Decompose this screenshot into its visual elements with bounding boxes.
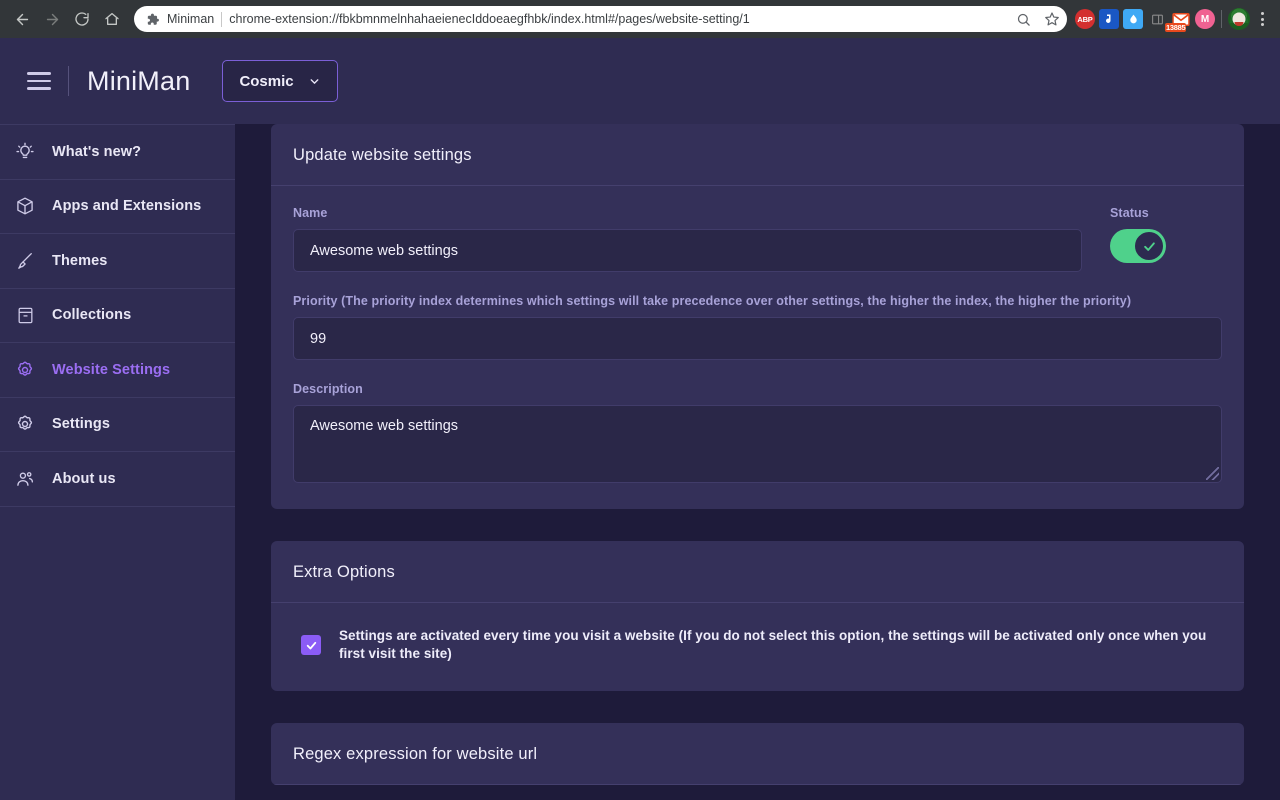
settings-card-header: Update website settings [271,124,1244,186]
description-textarea-wrapper [293,405,1222,483]
extension-identity-chip: Miniman [145,12,214,27]
blue-extension-icon[interactable] [1099,9,1119,29]
sidebar-navigation: What's new? Apps and Extensions [0,124,235,800]
browser-toolbar: Miniman chrome-extension://fbkbmnmelnhah… [0,0,1280,38]
back-arrow-icon [14,11,31,28]
extra-options-header: Extra Options [271,541,1244,603]
hamburger-menu-icon[interactable] [16,58,62,104]
description-textarea[interactable] [293,405,1222,483]
activation-option-row[interactable]: Settings are activated every time you vi… [293,623,1222,665]
box-icon [14,195,36,217]
update-website-settings-card: Update website settings Name Status [271,124,1244,509]
puzzle-piece-icon [145,12,160,27]
mail-unread-badge: 13885 [1165,23,1186,32]
star-icon [1044,11,1060,27]
lightbulb-icon [14,141,36,163]
people-icon [14,468,36,490]
status-toggle[interactable] [1110,229,1166,263]
sidebar-item-label: Apps and Extensions [52,198,201,214]
settings-card-title: Update website settings [293,146,1222,165]
forward-button[interactable] [38,5,66,33]
home-button[interactable] [98,5,126,33]
gray-extension-icon[interactable] [1147,9,1167,29]
app-body: What's new? Apps and Extensions [0,124,1280,800]
water-drop-extension-icon[interactable] [1123,9,1143,29]
regex-card-title: Regex expression for website url [293,745,1222,764]
application-window: MiniMan Cosmic [0,38,1280,800]
pink-extension-icon[interactable]: M [1195,9,1215,29]
sidebar-item-themes[interactable]: Themes [0,234,235,289]
water-drop-icon [1128,13,1139,25]
name-field-group: Name [293,206,1082,272]
pink-extension-glyph: M [1201,14,1209,25]
settings-card-body: Name Status [271,186,1244,509]
reload-icon [74,11,90,27]
zoom-search-icon [1016,12,1031,27]
back-button[interactable] [8,5,36,33]
name-status-row: Name Status [293,206,1222,272]
regex-card-header: Regex expression for website url [271,723,1244,785]
sidebar-toggle-icon [1151,13,1164,26]
sidebar-item-settings[interactable]: Settings [0,398,235,453]
browser-extension-icons: ABP 13885 M [1075,9,1215,29]
extension-name: Miniman [167,12,214,26]
avatar-mouth [1235,22,1244,26]
archive-icon [14,304,36,326]
activation-checkbox-label: Settings are activated every time you vi… [339,627,1222,663]
extra-options-title: Extra Options [293,563,1222,582]
reload-button[interactable] [68,5,96,33]
sidebar-item-label: Settings [52,416,110,432]
sidebar-item-label: Themes [52,253,107,269]
address-bar[interactable]: Miniman chrome-extension://fbkbmnmelnhah… [134,6,1067,32]
toolbar-divider [1221,10,1222,28]
status-label: Status [1110,206,1222,220]
sidebar-item-label: Collections [52,307,131,323]
sidebar-item-apps-and-extensions[interactable]: Apps and Extensions [0,180,235,235]
sidebar-item-website-settings[interactable]: Website Settings [0,343,235,398]
bookmark-manager-icon [1103,13,1115,25]
activation-checkbox[interactable] [301,635,321,655]
zoom-indicator-button[interactable] [1012,8,1034,30]
theme-dropdown[interactable]: Cosmic [222,60,337,102]
sidebar-item-about-us[interactable]: About us [0,452,235,507]
url-text: chrome-extension://fbkbmnmelnhahaeienecI… [229,12,1005,26]
sidebar-item-label: Website Settings [52,362,170,378]
profile-avatar-icon[interactable] [1228,8,1250,30]
check-icon [1142,239,1157,254]
check-icon [305,639,318,652]
gear-icon [14,359,36,381]
theme-dropdown-label: Cosmic [239,73,293,90]
extra-options-body: Settings are activated every time you vi… [271,603,1244,691]
omnibox-divider [221,12,222,27]
priority-field-group: Priority (The priority index determines … [293,294,1222,360]
sidebar-item-collections[interactable]: Collections [0,289,235,344]
forward-arrow-icon [44,11,61,28]
home-icon [104,11,120,27]
adblock-plus-icon[interactable]: ABP [1075,9,1095,29]
header-divider [68,66,69,96]
chevron-down-icon [308,75,321,88]
name-label: Name [293,206,1082,220]
description-label: Description [293,382,1222,396]
extra-options-card: Extra Options Settings are activated eve… [271,541,1244,691]
priority-input[interactable] [293,317,1222,360]
sidebar-item-label: What's new? [52,144,141,160]
app-header: MiniMan Cosmic [0,38,1280,124]
regex-expression-card: Regex expression for website url [271,723,1244,785]
name-input[interactable] [293,229,1082,272]
sidebar-item-label: About us [52,471,116,487]
content-container: Update website settings Name Status [271,124,1244,785]
description-field-group: Description [293,382,1222,483]
sidebar-item-whats-new[interactable]: What's new? [0,125,235,180]
status-toggle-knob [1134,231,1164,261]
bookmark-button[interactable] [1041,8,1063,30]
mail-extension-icon[interactable]: 13885 [1171,9,1191,29]
kebab-menu-icon[interactable] [1252,8,1272,30]
gear-icon [14,413,36,435]
status-field-group: Status [1082,206,1222,263]
priority-label: Priority (The priority index determines … [293,294,1222,308]
page-title: MiniMan [87,66,190,97]
paintbrush-icon [14,250,36,272]
main-content: Update website settings Name Status [235,124,1280,800]
